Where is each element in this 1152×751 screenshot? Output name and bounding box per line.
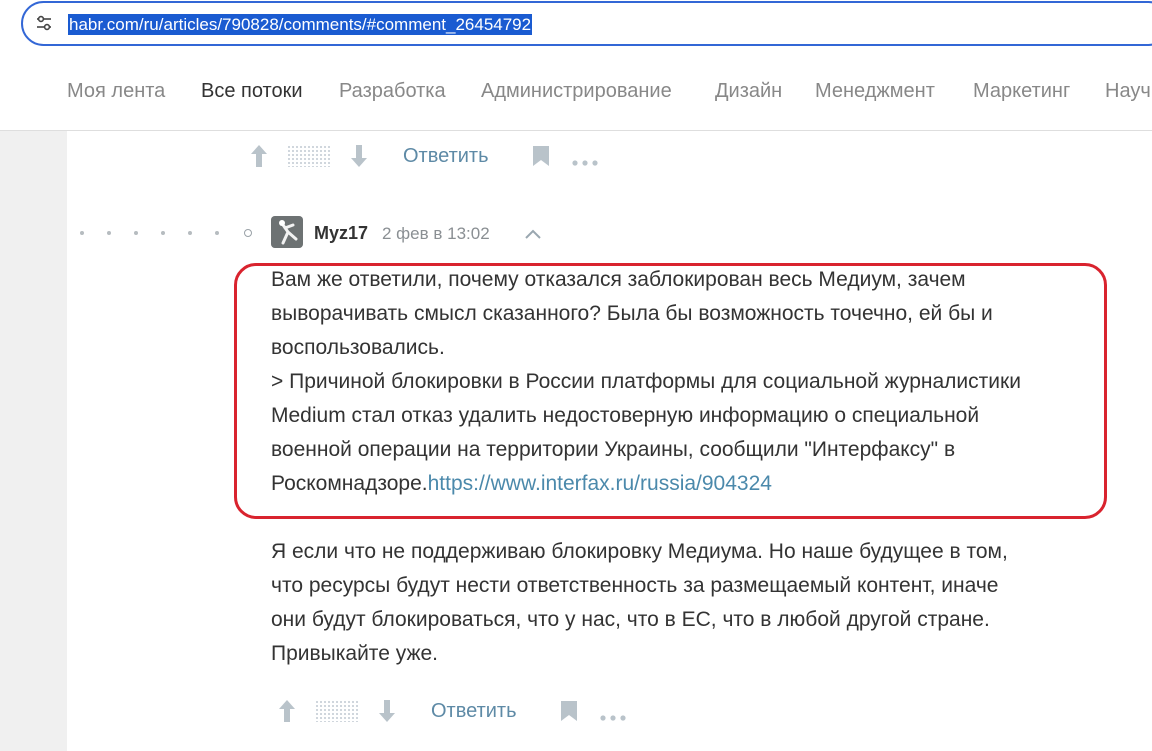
comment-quote-block: Вам же ответили, почему отказался заблок… bbox=[271, 263, 1131, 501]
hub-navigation: Моя лента Все потоки Разработка Админист… bbox=[0, 52, 1152, 131]
comment-actions: Ответить bbox=[277, 696, 637, 726]
thread-dot bbox=[107, 231, 111, 235]
quote-line: военной операции на территории Украины, … bbox=[271, 438, 956, 461]
quote-last-text: Роскомнадзоре. bbox=[271, 472, 428, 495]
vote-down-icon[interactable] bbox=[349, 143, 369, 174]
vote-down-icon[interactable] bbox=[377, 698, 397, 729]
comment-author[interactable]: Myz17 bbox=[314, 222, 368, 244]
reply-link[interactable]: Ответить bbox=[431, 699, 517, 723]
avatar[interactable] bbox=[271, 216, 303, 248]
comment-body: Я если что не поддерживаю блокировку Мед… bbox=[271, 535, 1131, 671]
reply-link[interactable]: Ответить bbox=[403, 144, 489, 168]
nav-item-development[interactable]: Разработка bbox=[339, 79, 446, 103]
nav-item-all-streams[interactable]: Все потоки bbox=[201, 79, 303, 103]
more-icon[interactable] bbox=[600, 708, 628, 726]
browser-toolbar: habr.com/ru/articles/790828/comments/#co… bbox=[0, 0, 1152, 52]
tune-icon[interactable] bbox=[35, 14, 53, 32]
thread-branch-toggle[interactable] bbox=[244, 229, 252, 237]
body-line: Я если что не поддерживаю блокировку Мед… bbox=[271, 540, 1008, 563]
body-line: они будут блокироваться, что у нас, что … bbox=[271, 608, 990, 631]
quote-line: выворачивать смысл сказанного? Была бы в… bbox=[271, 302, 993, 325]
vote-up-icon[interactable] bbox=[249, 143, 269, 174]
quote-line: Вам же ответили, почему отказался заблок… bbox=[271, 268, 966, 291]
nav-item-my-feed[interactable]: Моя лента bbox=[67, 79, 165, 103]
score-placeholder bbox=[287, 145, 331, 167]
thread-dot bbox=[80, 231, 84, 235]
body-line: что ресурсы будут нести ответственность … bbox=[271, 574, 999, 597]
quote-line-last: Роскомнадзоре.https://www.interfax.ru/ru… bbox=[271, 467, 1131, 501]
address-bar[interactable]: habr.com/ru/articles/790828/comments/#co… bbox=[21, 1, 1152, 46]
thread-dot bbox=[134, 231, 138, 235]
nav-item-management[interactable]: Менеджмент bbox=[815, 79, 935, 103]
thread-dot bbox=[188, 231, 192, 235]
prev-comment-actions: Ответить bbox=[249, 141, 609, 171]
quote-line: > Причиной блокировки в России платформы… bbox=[271, 370, 1021, 393]
nav-item-marketing[interactable]: Маркетинг bbox=[973, 79, 1070, 103]
more-icon[interactable] bbox=[572, 153, 600, 171]
bookmark-icon[interactable] bbox=[532, 145, 550, 172]
nav-item-science[interactable]: Науч bbox=[1105, 79, 1151, 103]
quote-line: Medium стал отказ удалить недостоверную … bbox=[271, 404, 980, 427]
chevron-up-icon[interactable] bbox=[524, 227, 542, 245]
thread-dot bbox=[215, 231, 219, 235]
bookmark-icon[interactable] bbox=[560, 700, 578, 727]
nav-item-design[interactable]: Дизайн bbox=[715, 79, 782, 103]
nav-item-administration[interactable]: Администрирование bbox=[481, 79, 672, 103]
vote-up-icon[interactable] bbox=[277, 698, 297, 729]
interfax-link[interactable]: https://www.interfax.ru/russia/904324 bbox=[428, 472, 772, 495]
quote-line: воспользовались. bbox=[271, 336, 445, 359]
thread-dot bbox=[161, 231, 165, 235]
comment-timestamp[interactable]: 2 фев в 13:02 bbox=[382, 223, 490, 244]
body-line: Привыкайте уже. bbox=[271, 642, 439, 665]
score-placeholder bbox=[315, 700, 359, 722]
url-text[interactable]: habr.com/ru/articles/790828/comments/#co… bbox=[68, 14, 533, 35]
